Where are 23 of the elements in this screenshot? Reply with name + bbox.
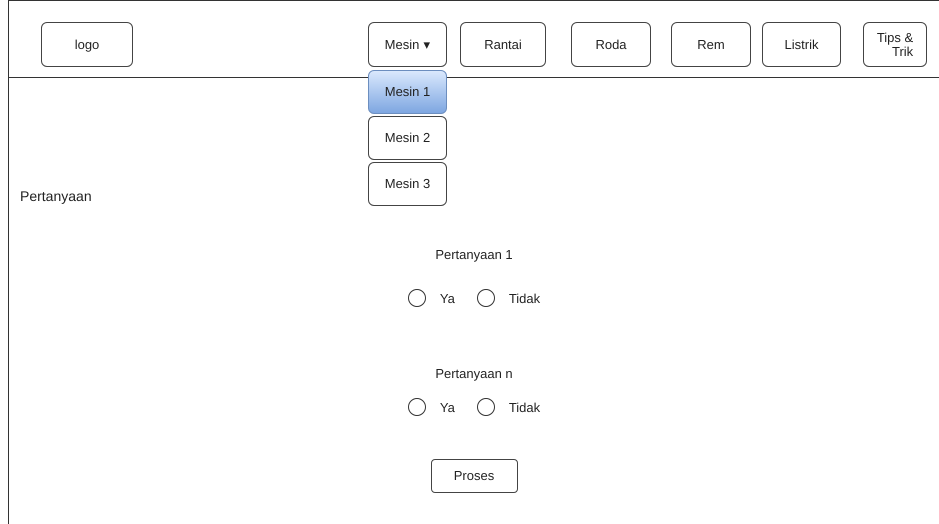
radio-button[interactable] — [408, 289, 426, 308]
question-text: Pertanyaan 1 — [435, 246, 513, 264]
radio-option[interactable]: Tidak — [476, 398, 540, 417]
dropdown-item[interactable]: Mesin 2 — [368, 116, 447, 160]
dropdown-button[interactable]: Mesin ▾ — [368, 22, 447, 67]
nav-button[interactable]: Rem — [671, 22, 751, 67]
radio-option[interactable]: Ya — [408, 398, 455, 417]
radio-option[interactable]: Tidak — [476, 288, 540, 308]
nav-button[interactable]: Tips & Trik — [863, 22, 927, 67]
radio-button[interactable] — [476, 289, 495, 308]
dropdown-item[interactable]: Mesin 3 — [368, 162, 447, 206]
radio-button[interactable] — [408, 398, 426, 416]
question-text: Pertanyaan n — [435, 365, 513, 383]
caret-icon: ▾ — [423, 38, 430, 52]
section-title: Pertanyaan — [20, 188, 92, 204]
radio-button[interactable] — [476, 398, 495, 416]
radio-option[interactable]: Ya — [408, 288, 455, 308]
submit-button[interactable]: Proses — [430, 459, 518, 493]
dropdown-item[interactable]: Mesin 1 — [368, 70, 447, 114]
nav-button[interactable]: Listrik — [762, 22, 841, 67]
logo: logo — [41, 22, 133, 67]
nav-button[interactable]: Rantai — [460, 22, 546, 67]
nav-button[interactable]: Roda — [571, 22, 651, 67]
